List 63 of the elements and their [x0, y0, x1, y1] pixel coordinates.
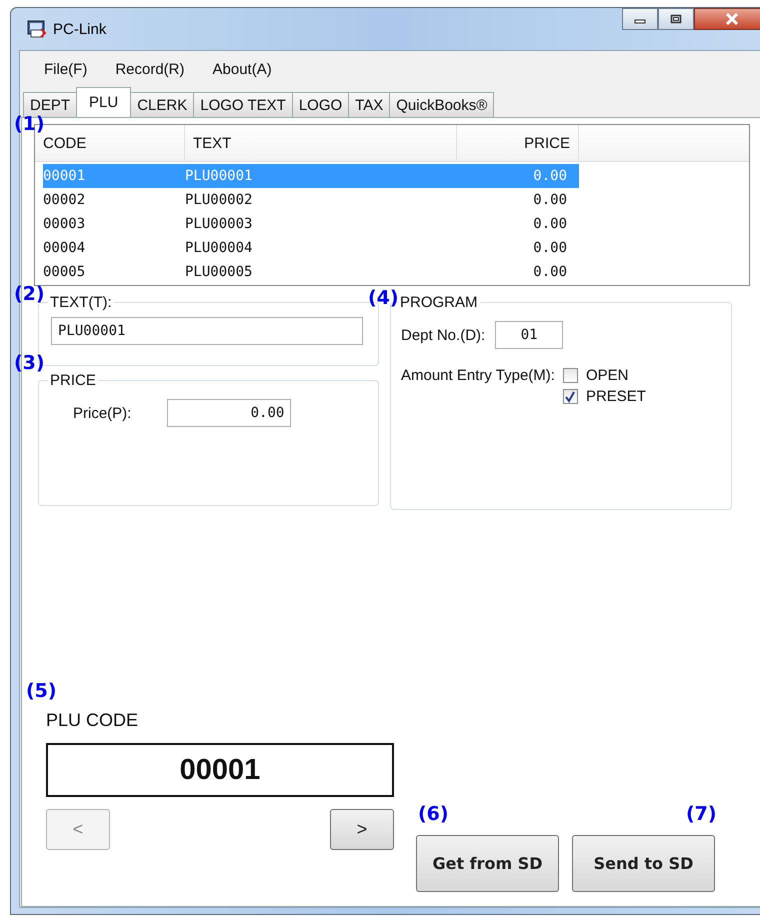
close-icon — [725, 13, 739, 25]
action-button[interactable]: Get from SD — [416, 835, 559, 892]
list-row[interactable]: 00005 PLU00005 0.00 — [43, 260, 579, 284]
close-button[interactable] — [694, 8, 760, 30]
group-label: TEXT(T): — [49, 294, 113, 311]
tab[interactable]: PLU — [76, 87, 132, 117]
table-cell-text: 0.00 — [532, 264, 568, 280]
table-cell-text: PLU00003 — [185, 216, 254, 232]
table-cell-text: PLU00005 — [185, 264, 254, 280]
table-cell-text: 00004 — [43, 240, 86, 256]
callout-number: (3) — [14, 352, 45, 374]
table-cell-text: 00003 — [43, 216, 86, 232]
price-field[interactable]: 0.00 — [167, 399, 292, 427]
column-header[interactable]: PRICE — [457, 125, 579, 161]
tab[interactable]: CLERK — [130, 92, 194, 117]
group-label: PROGRAM — [399, 294, 479, 311]
nav-button[interactable]: > — [330, 809, 394, 850]
table-cell-text: 0.00 — [532, 168, 568, 184]
field-label: Amount Entry Type(M): — [401, 367, 555, 386]
list-row[interactable]: 00004 PLU00004 0.00 — [43, 236, 579, 260]
table-cell-text: PLU00004 — [185, 240, 254, 256]
menu-item[interactable]: About(A) — [212, 60, 272, 78]
callout-number: (2) — [14, 283, 45, 305]
menu-item[interactable]: Record(R) — [115, 60, 185, 78]
checkbox[interactable] — [562, 389, 578, 404]
maximize-icon — [670, 14, 682, 24]
table-cell-text: 0.00 — [532, 216, 568, 232]
callout-number: (7) — [686, 803, 717, 825]
table-cell-text: PLU00001 — [185, 168, 254, 184]
tab[interactable]: QuickBooks® — [389, 92, 494, 117]
list-row[interactable]: 00003 PLU00003 0.00 — [43, 212, 579, 236]
callout-number: (4) — [368, 287, 399, 309]
dept-field[interactable]: 01 — [495, 321, 564, 349]
group-label: PRICE — [49, 372, 97, 389]
minimize-button[interactable] — [622, 8, 658, 30]
window-title: PC-Link — [53, 20, 106, 38]
field-label: Price(P): — [73, 404, 132, 422]
table-cell-text: 00002 — [43, 192, 86, 208]
code-label: PLU CODE — [46, 710, 140, 731]
column-header[interactable]: TEXT — [185, 125, 457, 161]
menu-item[interactable]: File(F) — [44, 60, 88, 78]
checkbox-label: PRESET — [586, 388, 646, 405]
app-icon — [27, 19, 47, 39]
table-cell-text: PLU00002 — [185, 192, 254, 208]
check-icon — [564, 390, 576, 402]
table-cell-text: 00001 — [43, 168, 86, 184]
checkbox[interactable] — [562, 368, 578, 383]
table-cell-text: 0.00 — [532, 192, 568, 208]
list-row[interactable]: 00002 PLU00002 0.00 — [43, 188, 579, 212]
tab[interactable]: LOGO — [292, 92, 350, 117]
table-cell-text: 0.00 — [532, 240, 568, 256]
tab[interactable]: TAX — [348, 92, 390, 117]
tab[interactable]: DEPT — [23, 92, 78, 117]
maximize-button[interactable] — [658, 8, 694, 30]
code-display: 00001 — [46, 743, 394, 797]
tab[interactable]: LOGO TEXT — [193, 92, 293, 117]
checkbox-label: OPEN — [586, 367, 628, 384]
field-label: Dept No.(D): — [401, 326, 486, 344]
callout-number: (6) — [418, 803, 449, 825]
table-cell-text: 00005 — [43, 264, 86, 280]
callout-number: (5) — [26, 680, 57, 702]
text-field[interactable]: PLU00001 — [51, 317, 363, 345]
action-button[interactable]: Send to SD — [572, 835, 715, 892]
